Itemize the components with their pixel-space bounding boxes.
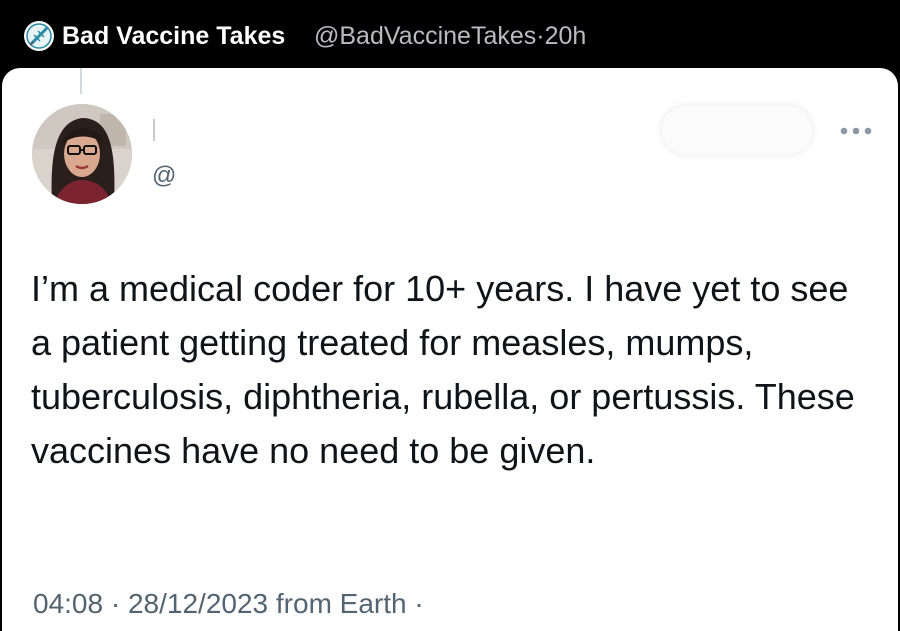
user-handle[interactable]: @ xyxy=(152,162,176,190)
redacted-area xyxy=(662,106,812,154)
time-ago[interactable]: 20h xyxy=(545,22,587,50)
header-separator: · xyxy=(536,22,545,50)
account-handle[interactable]: @BadVaccineTakes xyxy=(314,22,536,50)
tweet-date[interactable]: 28/12/2023 xyxy=(128,588,268,619)
display-name-redacted xyxy=(153,119,155,141)
more-options-icon[interactable] xyxy=(836,116,876,146)
tweet-card: @ I’m a medical coder for 10+ years. I h… xyxy=(2,68,898,631)
account-handle-line: @BadVaccineTakes·20h xyxy=(314,20,586,52)
tweet-metadata: 04:08 · 28/12/2023 from Earth · xyxy=(33,584,424,624)
screenshot-frame: Bad Vaccine Takes @BadVaccineTakes·20h @ xyxy=(0,0,900,631)
meta-separator-2: · xyxy=(414,588,424,619)
meta-separator: · xyxy=(110,588,121,619)
avatar[interactable] xyxy=(32,104,132,204)
account-name[interactable]: Bad Vaccine Takes xyxy=(62,20,285,52)
tweet-time[interactable]: 04:08 xyxy=(33,588,103,619)
vaccine-logo-icon[interactable] xyxy=(24,21,54,51)
thread-connector-line xyxy=(80,68,82,94)
tweet-text: I’m a medical coder for 10+ years. I hav… xyxy=(31,268,855,471)
retweet-header: Bad Vaccine Takes @BadVaccineTakes·20h xyxy=(0,0,900,68)
tweet-source: from Earth xyxy=(275,588,407,619)
